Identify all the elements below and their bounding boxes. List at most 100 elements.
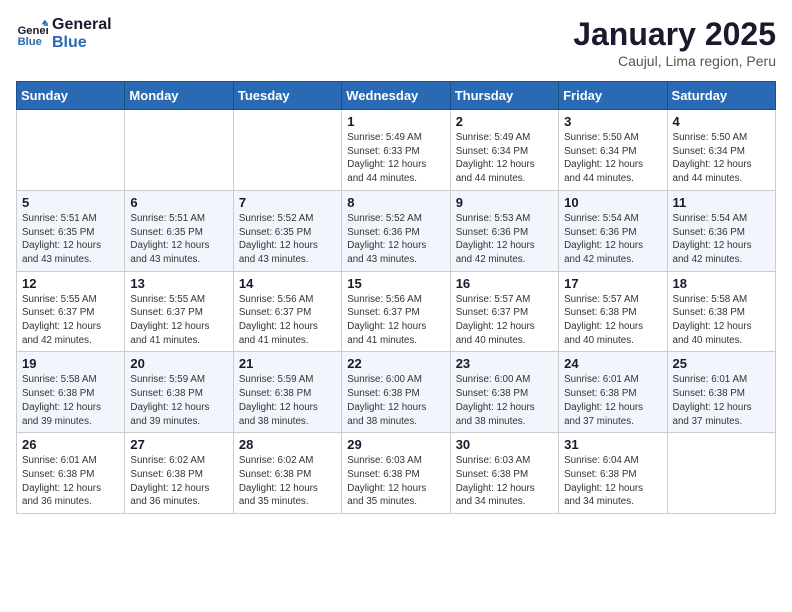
day-info: Sunrise: 6:04 AMSunset: 6:38 PMDaylight:… [564,454,661,509]
day-number: 23 [456,356,553,371]
day-info: Sunrise: 6:03 AMSunset: 6:38 PMDaylight:… [347,454,444,509]
day-number: 14 [239,276,336,291]
page-header: General Blue General Blue January 2025 C… [16,16,776,69]
day-number: 2 [456,114,553,129]
calendar-cell [233,110,341,191]
calendar-cell: 19 Sunrise: 5:58 AMSunset: 6:38 PMDayligh… [17,352,125,433]
calendar-cell [17,110,125,191]
day-info: Sunrise: 6:01 AMSunset: 6:38 PMDaylight:… [22,454,119,509]
day-number: 24 [564,356,661,371]
calendar-cell: 10 Sunrise: 5:54 AMSunset: 6:36 PMDayligh… [559,190,667,271]
calendar-cell: 6 Sunrise: 5:51 AMSunset: 6:35 PMDaylight… [125,190,233,271]
calendar-week-row: 1 Sunrise: 5:49 AMSunset: 6:33 PMDaylight… [17,110,776,191]
calendar-cell: 14 Sunrise: 5:56 AMSunset: 6:37 PMDayligh… [233,271,341,352]
day-number: 25 [673,356,770,371]
day-info: Sunrise: 5:51 AMSunset: 6:35 PMDaylight:… [130,212,227,267]
col-header-friday: Friday [559,82,667,110]
day-number: 7 [239,195,336,210]
svg-text:Blue: Blue [18,37,42,49]
day-info: Sunrise: 5:49 AMSunset: 6:33 PMDaylight:… [347,131,444,186]
day-number: 26 [22,437,119,452]
calendar-cell: 13 Sunrise: 5:55 AMSunset: 6:37 PMDayligh… [125,271,233,352]
day-info: Sunrise: 5:55 AMSunset: 6:37 PMDaylight:… [130,293,227,348]
day-info: Sunrise: 5:58 AMSunset: 6:38 PMDaylight:… [673,293,770,348]
day-number: 21 [239,356,336,371]
calendar-header-row: SundayMondayTuesdayWednesdayThursdayFrid… [17,82,776,110]
calendar-cell: 25 Sunrise: 6:01 AMSunset: 6:38 PMDayligh… [667,352,775,433]
calendar-week-row: 5 Sunrise: 5:51 AMSunset: 6:35 PMDaylight… [17,190,776,271]
day-number: 10 [564,195,661,210]
day-info: Sunrise: 5:56 AMSunset: 6:37 PMDaylight:… [239,293,336,348]
day-info: Sunrise: 6:03 AMSunset: 6:38 PMDaylight:… [456,454,553,509]
day-info: Sunrise: 6:02 AMSunset: 6:38 PMDaylight:… [239,454,336,509]
logo-line2: Blue [52,34,112,52]
day-info: Sunrise: 6:01 AMSunset: 6:38 PMDaylight:… [673,373,770,428]
col-header-thursday: Thursday [450,82,558,110]
day-info: Sunrise: 5:49 AMSunset: 6:34 PMDaylight:… [456,131,553,186]
calendar-cell: 2 Sunrise: 5:49 AMSunset: 6:34 PMDaylight… [450,110,558,191]
title-section: January 2025 Caujul, Lima region, Peru [573,16,776,69]
location-subtitle: Caujul, Lima region, Peru [573,53,776,69]
day-info: Sunrise: 6:00 AMSunset: 6:38 PMDaylight:… [347,373,444,428]
day-number: 9 [456,195,553,210]
day-info: Sunrise: 5:58 AMSunset: 6:38 PMDaylight:… [22,373,119,428]
day-number: 18 [673,276,770,291]
day-number: 30 [456,437,553,452]
calendar-cell: 11Sunrise: 5:54 AMSunset: 6:36 PMDayligh… [667,190,775,271]
calendar-cell: 4Sunrise: 5:50 AMSunset: 6:34 PMDaylight… [667,110,775,191]
calendar-cell: 29 Sunrise: 6:03 AMSunset: 6:38 PMDayligh… [342,433,450,514]
calendar-cell [667,433,775,514]
day-number: 12 [22,276,119,291]
day-info: Sunrise: 5:59 AMSunset: 6:38 PMDaylight:… [239,373,336,428]
calendar-cell [125,110,233,191]
logo-icon: General Blue [16,18,48,50]
day-info: Sunrise: 5:55 AMSunset: 6:37 PMDaylight:… [22,293,119,348]
calendar-cell: 28Sunrise: 6:02 AMSunset: 6:38 PMDayligh… [233,433,341,514]
logo-line1: General [52,16,112,34]
day-number: 1 [347,114,444,129]
col-header-saturday: Saturday [667,82,775,110]
calendar-cell: 3 Sunrise: 5:50 AMSunset: 6:34 PMDaylight… [559,110,667,191]
day-info: Sunrise: 6:02 AMSunset: 6:38 PMDaylight:… [130,454,227,509]
calendar-cell: 18 Sunrise: 5:58 AMSunset: 6:38 PMDayligh… [667,271,775,352]
calendar-cell: 21 Sunrise: 5:59 AMSunset: 6:38 PMDayligh… [233,352,341,433]
day-info: Sunrise: 5:54 AMSunset: 6:36 PMDaylight:… [564,212,661,267]
calendar-cell: 16Sunrise: 5:57 AMSunset: 6:37 PMDayligh… [450,271,558,352]
day-number: 27 [130,437,227,452]
day-number: 11 [673,195,770,210]
day-number: 13 [130,276,227,291]
day-number: 20 [130,356,227,371]
day-number: 6 [130,195,227,210]
calendar-cell: 20 Sunrise: 5:59 AMSunset: 6:38 PMDayligh… [125,352,233,433]
calendar-cell: 1 Sunrise: 5:49 AMSunset: 6:33 PMDaylight… [342,110,450,191]
day-number: 19 [22,356,119,371]
col-header-wednesday: Wednesday [342,82,450,110]
month-title: January 2025 [573,16,776,53]
calendar-cell: 7Sunrise: 5:52 AMSunset: 6:35 PMDaylight… [233,190,341,271]
day-info: Sunrise: 5:57 AMSunset: 6:38 PMDaylight:… [564,293,661,348]
calendar-cell: 31 Sunrise: 6:04 AMSunset: 6:38 PMDayligh… [559,433,667,514]
calendar-cell: 9Sunrise: 5:53 AMSunset: 6:36 PMDaylight… [450,190,558,271]
calendar-cell: 27 Sunrise: 6:02 AMSunset: 6:38 PMDayligh… [125,433,233,514]
col-header-monday: Monday [125,82,233,110]
calendar-week-row: 12 Sunrise: 5:55 AMSunset: 6:37 PMDayligh… [17,271,776,352]
day-number: 16 [456,276,553,291]
day-number: 15 [347,276,444,291]
calendar-week-row: 19 Sunrise: 5:58 AMSunset: 6:38 PMDayligh… [17,352,776,433]
day-info: Sunrise: 5:51 AMSunset: 6:35 PMDaylight:… [22,212,119,267]
day-number: 29 [347,437,444,452]
day-info: Sunrise: 6:00 AMSunset: 6:38 PMDaylight:… [456,373,553,428]
svg-text:General: General [18,25,48,37]
day-number: 3 [564,114,661,129]
calendar-cell: 17Sunrise: 5:57 AMSunset: 6:38 PMDayligh… [559,271,667,352]
day-info: Sunrise: 5:50 AMSunset: 6:34 PMDaylight:… [564,131,661,186]
calendar-cell: 15 Sunrise: 5:56 AMSunset: 6:37 PMDayligh… [342,271,450,352]
day-info: Sunrise: 5:50 AMSunset: 6:34 PMDaylight:… [673,131,770,186]
day-info: Sunrise: 5:56 AMSunset: 6:37 PMDaylight:… [347,293,444,348]
calendar-cell: 8Sunrise: 5:52 AMSunset: 6:36 PMDaylight… [342,190,450,271]
day-info: Sunrise: 5:52 AMSunset: 6:36 PMDaylight:… [347,212,444,267]
day-number: 5 [22,195,119,210]
day-info: Sunrise: 5:59 AMSunset: 6:38 PMDaylight:… [130,373,227,428]
day-number: 31 [564,437,661,452]
col-header-sunday: Sunday [17,82,125,110]
